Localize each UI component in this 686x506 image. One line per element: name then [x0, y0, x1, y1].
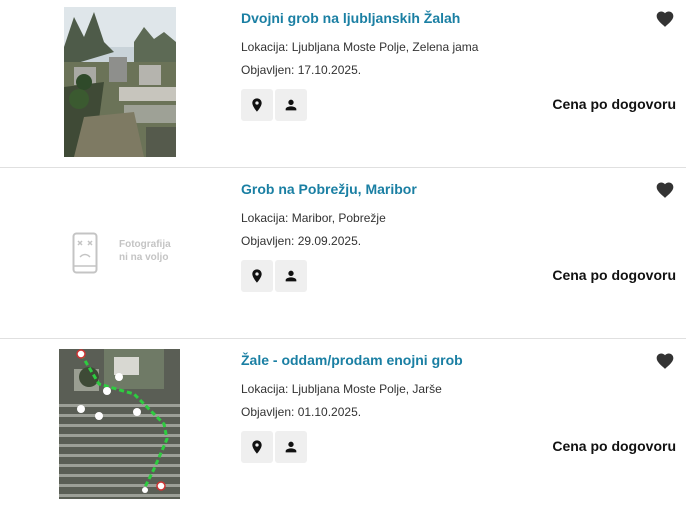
map-pin-icon	[252, 98, 262, 112]
listing-title[interactable]: Dvojni grob na ljubljanskih Žalah	[241, 10, 460, 26]
location-button[interactable]	[241, 260, 273, 292]
cemetery-map-image	[59, 349, 180, 499]
listing-location: Lokacija: Maribor, Pobrežje	[241, 211, 386, 225]
listing-item[interactable]: Dvojni grob na ljubljanskih Žalah Lokaci…	[0, 0, 686, 167]
cemetery-photo	[64, 7, 176, 157]
listing-item[interactable]: Fotografija ni na voljo Grob na Pobrežju…	[0, 168, 686, 338]
location-button[interactable]	[241, 431, 273, 463]
person-icon	[285, 441, 297, 453]
listing-location: Lokacija: Ljubljana Moste Polje, Jarše	[241, 382, 442, 396]
listing-photo[interactable]	[64, 7, 176, 157]
broken-phone-icon	[72, 232, 98, 274]
listing-price: Cena po dogovoru	[552, 267, 676, 283]
person-icon	[285, 99, 297, 111]
listing-price: Cena po dogovoru	[552, 438, 676, 454]
person-icon	[285, 270, 297, 282]
listing-published: Objavljen: 01.10.2025.	[241, 405, 362, 419]
placeholder-text: Fotografija	[119, 239, 171, 250]
placeholder-text: ni na voljo	[119, 252, 169, 263]
listing-title[interactable]: Grob na Pobrežju, Maribor	[241, 181, 417, 197]
map-pin-icon	[252, 440, 262, 454]
seller-button[interactable]	[275, 260, 307, 292]
listing-location: Lokacija: Ljubljana Moste Polje, Zelena …	[241, 40, 479, 54]
heart-icon[interactable]	[655, 9, 675, 29]
heart-icon[interactable]	[655, 180, 675, 200]
listing-item[interactable]: Žale - oddam/prodam enojni grob Lokacija…	[0, 339, 686, 506]
heart-icon[interactable]	[655, 351, 675, 371]
listing-price: Cena po dogovoru	[552, 96, 676, 112]
listing-published: Objavljen: 29.09.2025.	[241, 234, 362, 248]
listing-photo[interactable]	[59, 349, 180, 499]
map-pin-icon	[252, 269, 262, 283]
seller-button[interactable]	[275, 431, 307, 463]
photo-placeholder: Fotografija ni na voljo	[70, 232, 180, 276]
listing-published: Objavljen: 17.10.2025.	[241, 63, 362, 77]
seller-button[interactable]	[275, 89, 307, 121]
listing-title[interactable]: Žale - oddam/prodam enojni grob	[241, 352, 463, 368]
location-button[interactable]	[241, 89, 273, 121]
